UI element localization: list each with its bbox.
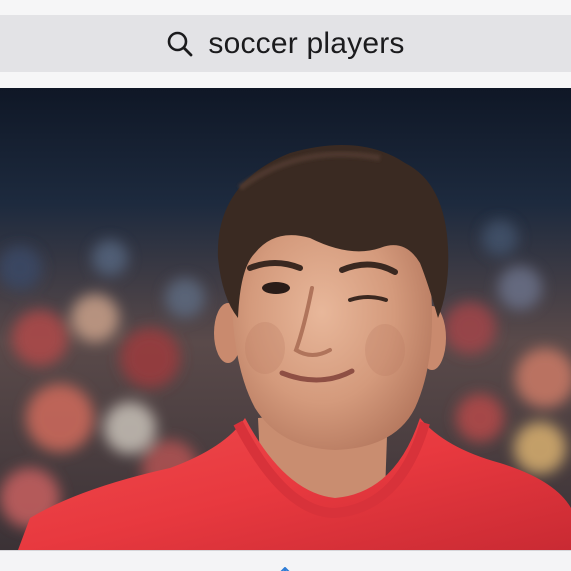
gap-strip — [0, 72, 571, 88]
result-photo[interactable] — [0, 88, 571, 550]
search-query-text: soccer players — [208, 26, 405, 60]
share-icon[interactable] — [276, 563, 294, 571]
screen: soccer players — [0, 0, 571, 571]
search-bar[interactable]: soccer players — [0, 15, 571, 72]
search-icon — [166, 30, 194, 58]
bottom-toolbar — [0, 550, 571, 571]
top-strip — [0, 0, 571, 15]
photo-illustration — [0, 88, 571, 550]
